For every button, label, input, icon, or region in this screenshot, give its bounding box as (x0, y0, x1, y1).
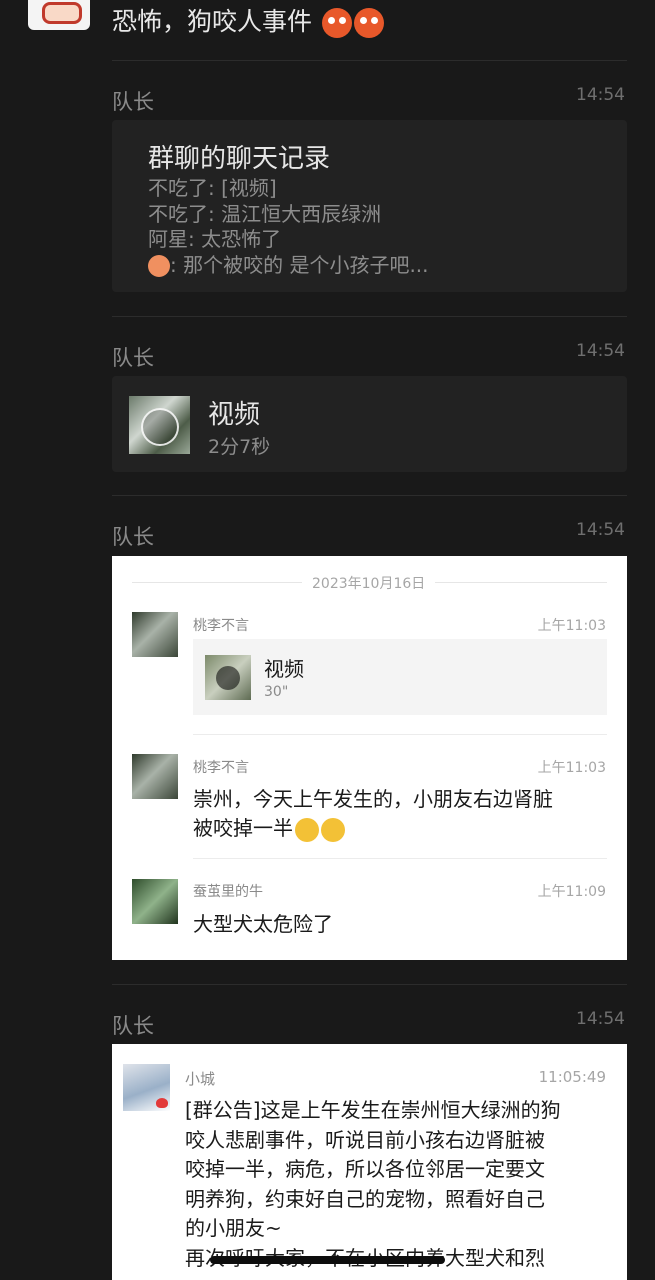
sender-name: 队长 (112, 346, 154, 370)
sender-name: 桃李不言 (193, 760, 249, 776)
video-title: 视频 (208, 400, 261, 430)
angry-face-icon (321, 8, 352, 38)
announcement-text: [群公告]这是上午发生在崇州恒大绿洲的狗 咬人悲剧事件，听说目前小孩右边肾脏被 … (185, 1098, 561, 1270)
chat-record-line: 不吃了: 温江恒大西辰绿洲 (148, 201, 382, 226)
video-card: 视频 30" (193, 639, 607, 715)
home-indicator[interactable] (210, 1256, 445, 1264)
avatar (132, 612, 178, 657)
message-time: 14:54 (576, 1009, 625, 1029)
chat-record-title: 群聊的聊天记录 (148, 144, 331, 174)
play-icon (216, 666, 240, 690)
avatar (132, 754, 178, 799)
avatar (132, 879, 178, 924)
screenshot-image[interactable]: 2023年10月16日 桃李不言 上午11:03 视频 30" 桃李不言 上午1… (112, 556, 627, 960)
message-time: 11:05:49 (538, 1068, 606, 1086)
top-message-text: 恐怖，狗咬人事件 (112, 7, 313, 36)
message-time: 14:54 (576, 85, 625, 105)
chat-record-line: 不吃了: [视频] (148, 176, 277, 200)
chat-record-line: 阿星: 太恐怖了 (148, 227, 282, 251)
sender-name: 蚕茧里的牛 (193, 884, 263, 900)
divider (112, 984, 627, 985)
video-card[interactable]: 视频 2分7秒 (112, 376, 627, 472)
divider (112, 316, 627, 317)
video-duration: 2分7秒 (208, 436, 271, 458)
sender-name: 队长 (112, 90, 154, 114)
date-separator: 2023年10月16日 (302, 573, 436, 593)
message-time: 上午11:03 (537, 760, 606, 776)
divider (112, 60, 627, 61)
video-duration: 30" (264, 684, 289, 700)
divider (112, 495, 627, 496)
sender-name: 小城 (185, 1070, 216, 1088)
message-time: 上午11:09 (537, 884, 606, 900)
video-thumbnail (129, 396, 190, 454)
message-time: 上午11:03 (537, 618, 606, 634)
avatar (123, 1064, 170, 1111)
chat-record-lines: 不吃了: [视频] 不吃了: 温江恒大西辰绿洲 阿星: 太恐怖了 : 那个被咬的… (148, 176, 429, 278)
message-time: 14:54 (576, 341, 625, 361)
message-text: 大型犬太危险了 (193, 912, 333, 936)
sender-name: 队长 (112, 1014, 154, 1038)
video-title: 视频 (264, 657, 304, 681)
announcement-screenshot[interactable]: 小城 11:05:49 [群公告]这是上午发生在崇州恒大绿洲的狗 咬人悲剧事件，… (112, 1044, 627, 1280)
heart-icon (156, 1098, 168, 1108)
chat-record-line-peach: : 那个被咬的 是个小孩子吧... (148, 253, 429, 279)
sender-name: 队长 (112, 525, 154, 549)
video-icon (141, 408, 179, 446)
laughing-crying-icon (295, 817, 319, 842)
top-message: 恐怖，狗咬人事件 (112, 2, 384, 38)
chat-record-card[interactable]: 群聊的聊天记录 不吃了: [视频] 不吃了: 温江恒大西辰绿洲 阿星: 太恐怖了… (112, 120, 627, 292)
avatar[interactable] (28, 0, 90, 30)
message-time: 14:54 (576, 520, 625, 540)
laughing-crying-icon (321, 817, 345, 842)
angry-face-icon (353, 8, 384, 38)
peach-icon (148, 255, 170, 277)
sender-name: 桃李不言 (193, 618, 249, 634)
message-text: 崇州，今天上午发生的，小朋友右边肾脏 被咬掉一半 (193, 787, 553, 842)
video-thumbnail (205, 655, 251, 700)
